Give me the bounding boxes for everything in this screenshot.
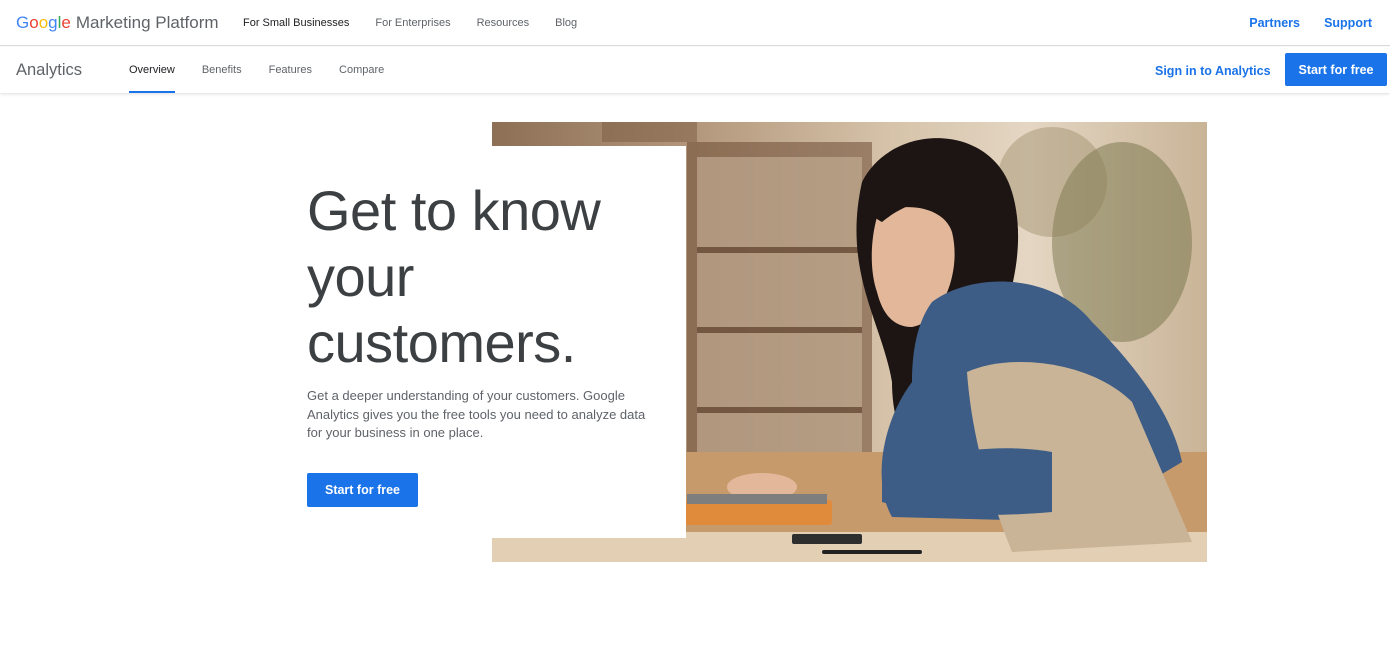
logo-letter: o bbox=[29, 13, 39, 32]
partners-link[interactable]: Partners bbox=[1249, 15, 1300, 31]
logo-platform-text: Marketing Platform bbox=[75, 13, 219, 32]
top-header: Google Marketing Platform For Small Busin… bbox=[0, 0, 1390, 46]
product-tabs: Overview Benefits Features Compare bbox=[129, 47, 384, 93]
tab-benefits[interactable]: Benefits bbox=[202, 47, 242, 93]
logo-letter: g bbox=[48, 13, 58, 32]
hero-headline-line: customers. bbox=[307, 311, 576, 374]
logo-letter: e bbox=[61, 13, 71, 32]
hero-description: Get a deeper understanding of your custo… bbox=[307, 388, 646, 440]
start-for-free-button-header[interactable]: Start for free bbox=[1285, 53, 1387, 86]
tab-overview[interactable]: Overview bbox=[129, 47, 175, 93]
top-nav-enterprises[interactable]: For Enterprises bbox=[375, 16, 450, 30]
logo-letter: o bbox=[38, 13, 49, 32]
top-nav-resources[interactable]: Resources bbox=[477, 16, 530, 30]
google-marketing-platform-logo[interactable]: Google Marketing Platform bbox=[16, 12, 219, 34]
product-title[interactable]: Analytics bbox=[16, 60, 82, 80]
sign-in-link[interactable]: Sign in to Analytics bbox=[1155, 63, 1271, 79]
logo-letter: G bbox=[16, 13, 30, 32]
tab-compare[interactable]: Compare bbox=[339, 47, 384, 93]
product-subnav: Analytics Overview Benefits Features Com… bbox=[0, 47, 1390, 93]
hero-headline-line: Get to know bbox=[307, 179, 601, 242]
top-nav-blog[interactable]: Blog bbox=[555, 16, 577, 30]
top-nav: For Small Businesses For Enterprises Res… bbox=[243, 16, 577, 30]
tab-features[interactable]: Features bbox=[269, 47, 312, 93]
hero-headline-line: your bbox=[307, 245, 414, 308]
hero-headline: Get to know your customers. bbox=[307, 178, 687, 376]
start-for-free-button-hero[interactable]: Start for free bbox=[307, 473, 418, 507]
top-nav-small-businesses[interactable]: For Small Businesses bbox=[243, 16, 349, 30]
support-link[interactable]: Support bbox=[1324, 15, 1372, 31]
